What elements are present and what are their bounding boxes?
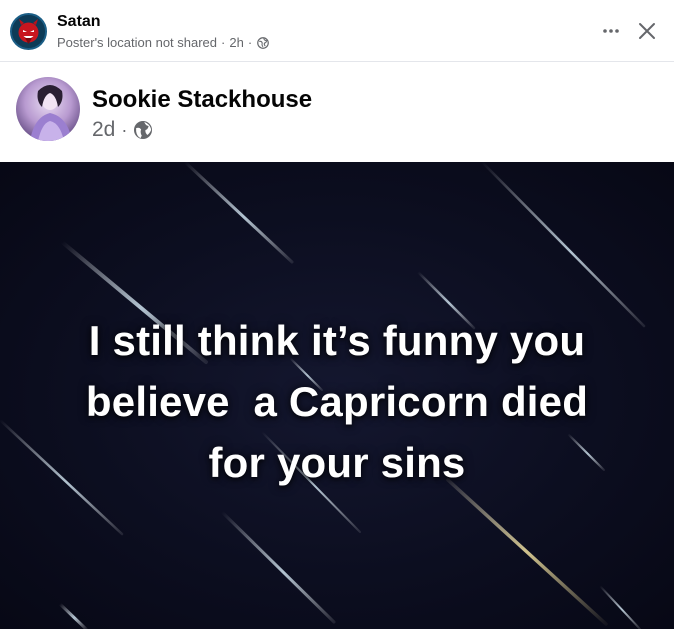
author-post-time[interactable]: 2d [92, 118, 115, 142]
meta-separator: · [247, 35, 253, 50]
globe-icon[interactable] [133, 120, 153, 140]
more-icon [603, 29, 619, 33]
author-meta: 2d · [92, 118, 153, 142]
author-name[interactable]: Sookie Stackhouse [92, 86, 312, 114]
original-author-row: Sookie Stackhouse 2d · [0, 62, 674, 162]
caption-line: for your sins [208, 439, 466, 486]
caption-line: believe a Capricorn died [85, 378, 589, 425]
sharer-meta: Poster's location not shared · 2h · [57, 35, 270, 51]
meta-separator: · [121, 120, 128, 140]
close-button[interactable] [634, 18, 660, 44]
post-image-caption: I still think it’s funny you believe a C… [0, 310, 674, 493]
location-note: Poster's location not shared [57, 35, 218, 50]
shared-post-viewer: Satan Poster's location not shared · 2h … [0, 0, 674, 629]
meta-separator: · [221, 35, 226, 50]
sharer-name[interactable]: Satan [57, 13, 101, 31]
author-avatar[interactable] [16, 77, 80, 141]
globe-icon[interactable] [257, 37, 270, 49]
close-icon [639, 23, 655, 39]
avatar-photo [16, 77, 80, 141]
caption-line: I still think it’s funny you [88, 317, 586, 364]
sharer-avatar[interactable] [10, 13, 47, 50]
post-image[interactable]: I still think it’s funny you believe a C… [0, 162, 674, 629]
more-options-button[interactable] [598, 18, 624, 44]
share-header: Satan Poster's location not shared · 2h … [0, 0, 674, 62]
post-time[interactable]: 2h [229, 35, 243, 51]
devil-avatar-icon [12, 15, 45, 48]
